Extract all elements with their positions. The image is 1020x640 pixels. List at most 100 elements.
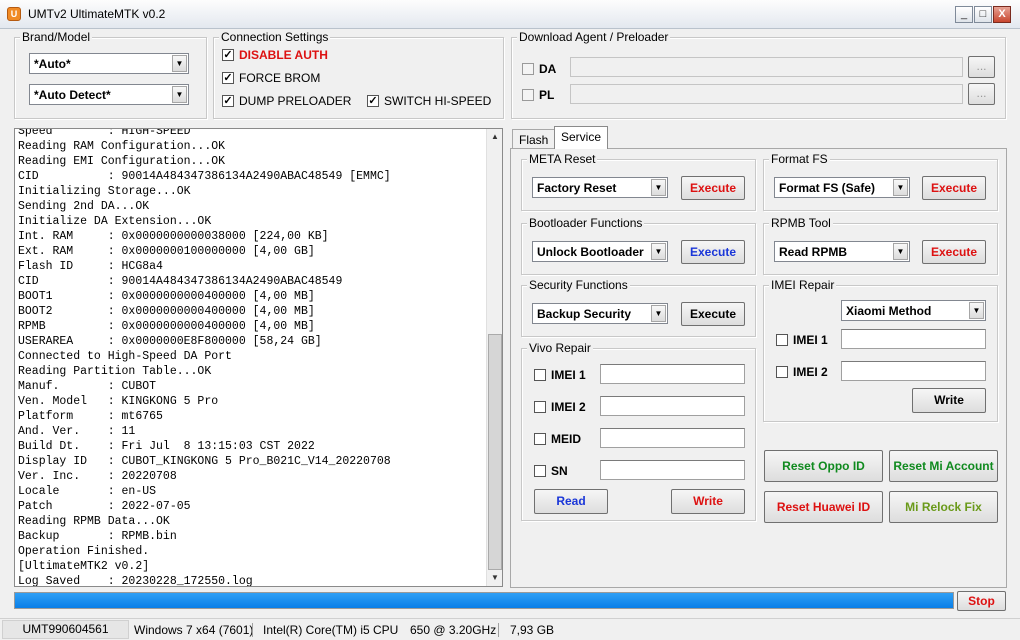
dump-preloader-label: DUMP PRELOADER [239,94,352,108]
vivo-sn-checkbox[interactable] [534,465,546,477]
imei-method-select-value: Xiaomi Method [846,304,932,318]
connection-settings-group: Connection Settings ✓ DISABLE AUTH ✓ FOR… [213,30,504,119]
log-line: Backup : RPMB.bin [18,530,177,543]
force-brom-checkbox[interactable]: ✓ [222,72,234,84]
pl-path-field[interactable] [570,84,963,104]
bootloader-select[interactable]: Unlock Bootloader ▼ [532,241,668,262]
force-brom-label: FORCE BROM [239,71,321,85]
status-cpu-speed: 650 @ 3.20GHz [410,623,497,637]
meta-reset-select-value: Factory Reset [537,181,617,195]
reset-mi-account-button[interactable]: Reset Mi Account [889,450,998,482]
status-bar: UMT990604561 Windows 7 x64 (7601) Intel(… [0,618,1020,640]
log-line: Speed : HIGH-SPEED [18,128,191,138]
meta-reset-title: META Reset [527,152,598,167]
chevron-down-icon: ▼ [172,86,187,103]
reset-oppo-id-button[interactable]: Reset Oppo ID [764,450,883,482]
vivo-imei2-field[interactable] [600,396,745,416]
brand-model-group: Brand/Model *Auto* ▼ *Auto Detect* ▼ [14,30,207,119]
scroll-down-icon[interactable]: ▼ [488,571,502,585]
brand-model-title: Brand/Model [20,30,93,45]
model-select[interactable]: *Auto Detect* ▼ [29,84,189,105]
download-agent-group: Download Agent / Preloader DA ... PL ... [511,30,1006,119]
log-line: Patch : 2022-07-05 [18,500,191,513]
da-path-field[interactable] [570,57,963,77]
tab-service[interactable]: Service [554,126,609,149]
chevron-down-icon: ▼ [651,243,666,260]
vivo-sn-label: SN [551,464,568,478]
vivo-imei2-checkbox[interactable] [534,401,546,413]
bootloader-title: Bootloader Functions [527,216,645,231]
vivo-meid-checkbox[interactable] [534,433,546,445]
model-select-value: *Auto Detect* [34,88,111,102]
minimize-button[interactable]: _ [955,6,973,23]
switch-hi-speed-checkbox[interactable]: ✓ [367,95,379,107]
connection-settings-title: Connection Settings [219,30,331,45]
rpmb-select[interactable]: Read RPMB ▼ [774,241,910,262]
log-scrollbar[interactable]: ▲ ▼ [486,129,502,586]
log-line: Int. RAM : 0x0000000000038000 [224,00 KB… [18,230,329,243]
format-fs-execute-button[interactable]: Execute [922,176,986,200]
da-browse-button[interactable]: ... [968,56,995,78]
security-select[interactable]: Backup Security ▼ [532,303,668,324]
imei-repair-imei2-field[interactable] [841,361,986,381]
log-line: Locale : en-US [18,485,157,498]
da-label: DA [539,62,557,76]
da-checkbox[interactable] [522,63,534,75]
vivo-repair-title: Vivo Repair [527,341,593,356]
scroll-thumb[interactable] [488,334,502,570]
pl-label: PL [539,88,555,102]
log-line: Ven. Model : KINGKONG 5 Pro [18,395,219,408]
log-line: Reading EMI Configuration...OK [18,155,226,168]
vivo-read-button[interactable]: Read [534,489,608,514]
reset-huawei-id-button[interactable]: Reset Huawei ID [764,491,883,523]
log-line: BOOT2 : 0x0000000000400000 [4,00 MB] [18,305,315,318]
bootloader-execute-button[interactable]: Execute [681,240,745,264]
meta-reset-execute-button[interactable]: Execute [681,176,745,200]
progress-bar [14,592,954,609]
status-os: Windows 7 x64 (7601) [134,623,254,637]
imei-repair-imei1-field[interactable] [841,329,986,349]
vivo-meid-field[interactable] [600,428,745,448]
status-ram: 7,93 GB [510,623,555,637]
imei-repair-imei1-checkbox[interactable] [776,334,788,346]
pl-browse-button[interactable]: ... [968,83,995,105]
log-lines: Speed : HIGH-SPEED Reading RAM Configurat… [18,128,391,586]
vivo-write-button[interactable]: Write [671,489,745,514]
meta-reset-group: META Reset Factory Reset ▼ Execute [521,152,756,211]
pl-checkbox[interactable] [522,89,534,101]
security-execute-button[interactable]: Execute [681,302,745,326]
log-line: CID : 90014A484347386134A2490ABAC48549 [… [18,170,391,183]
vivo-imei1-checkbox[interactable] [534,369,546,381]
format-fs-select[interactable]: Format FS (Safe) ▼ [774,177,910,198]
imei-repair-imei2-checkbox[interactable] [776,366,788,378]
imei-repair-write-button[interactable]: Write [912,388,986,413]
rpmb-tool-group: RPMB Tool Read RPMB ▼ Execute [763,216,998,275]
log-line: Initializing Storage...OK [18,185,191,198]
log-line: Ext. RAM : 0x0000000100000000 [4,00 GB] [18,245,315,258]
dump-preloader-checkbox[interactable]: ✓ [222,95,234,107]
rpmb-execute-button[interactable]: Execute [922,240,986,264]
format-fs-title: Format FS [769,152,830,167]
meta-reset-select[interactable]: Factory Reset ▼ [532,177,668,198]
imei-method-select[interactable]: Xiaomi Method ▼ [841,300,986,321]
rpmb-tool-title: RPMB Tool [769,216,833,231]
imei-repair-imei2-label: IMEI 2 [793,365,828,379]
status-separator [498,623,499,637]
mi-relock-fix-button[interactable]: Mi Relock Fix [889,491,998,523]
app-icon: U [7,7,21,21]
log-output[interactable]: Speed : HIGH-SPEED Reading RAM Configurat… [14,128,503,587]
status-cpu: Intel(R) Core(TM) i5 CPU [263,623,399,637]
scroll-up-icon[interactable]: ▲ [488,130,502,144]
vivo-imei1-field[interactable] [600,364,745,384]
close-button[interactable]: X [993,6,1011,23]
stop-button[interactable]: Stop [957,591,1006,611]
tab-flash[interactable]: Flash [512,129,556,149]
maximize-button[interactable]: □ [974,6,992,23]
vivo-sn-field[interactable] [600,460,745,480]
disable-auth-checkbox[interactable]: ✓ [222,49,234,61]
brand-select[interactable]: *Auto* ▼ [29,53,189,74]
title-bar: U UMTv2 UltimateMTK v0.2 _ □ X [0,0,1020,29]
download-agent-title: Download Agent / Preloader [517,30,671,45]
log-line: Reading RPMB Data...OK [18,515,170,528]
log-line: Ver. Inc. : 20220708 [18,470,177,483]
